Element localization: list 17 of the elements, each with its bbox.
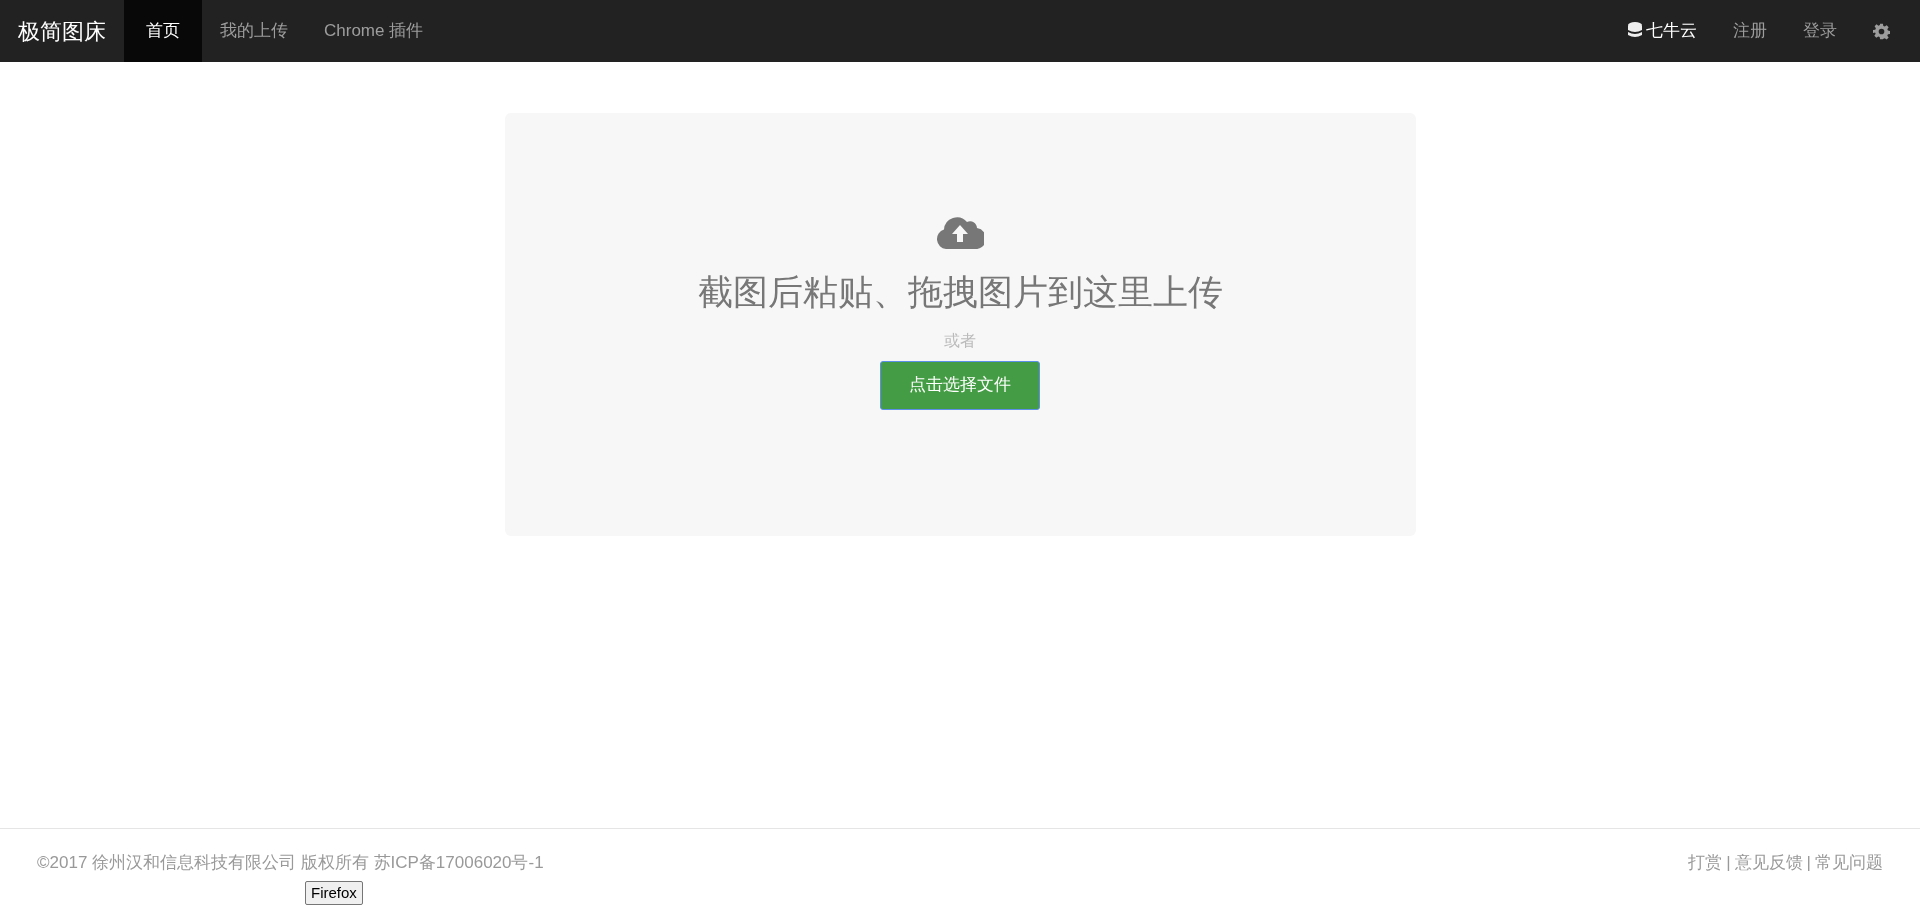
- copyright-text: ©2017 徐州汉和信息科技有限公司 版权所有 苏ICP备17006020号-1: [37, 851, 544, 874]
- footer-link[interactable]: 打赏: [1688, 849, 1723, 876]
- tooltip: Firefox: [305, 881, 363, 905]
- or-text: 或者: [944, 330, 976, 351]
- storage-link[interactable]: 七牛云: [1610, 0, 1715, 62]
- link-separator: |: [1726, 851, 1731, 874]
- choose-file-button[interactable]: 点击选择文件: [880, 360, 1040, 410]
- nav-link[interactable]: 首页: [124, 0, 202, 62]
- nav-link[interactable]: Chrome 插件: [306, 0, 442, 62]
- site-logo-text[interactable]: 极简图床: [18, 0, 106, 62]
- nav-link[interactable]: 注册: [1715, 0, 1785, 62]
- nav-link[interactable]: 登录: [1785, 0, 1855, 62]
- upload-drop-area[interactable]: 截图后粘贴、拖拽图片到这里上传 或者 点击选择文件: [504, 113, 1416, 536]
- database-icon: [1628, 22, 1642, 40]
- upload-instructions: 截图后粘贴、拖拽图片到这里上传: [697, 271, 1223, 313]
- link-separator: |: [1806, 851, 1811, 874]
- nav-link[interactable]: 我的上传: [202, 0, 306, 62]
